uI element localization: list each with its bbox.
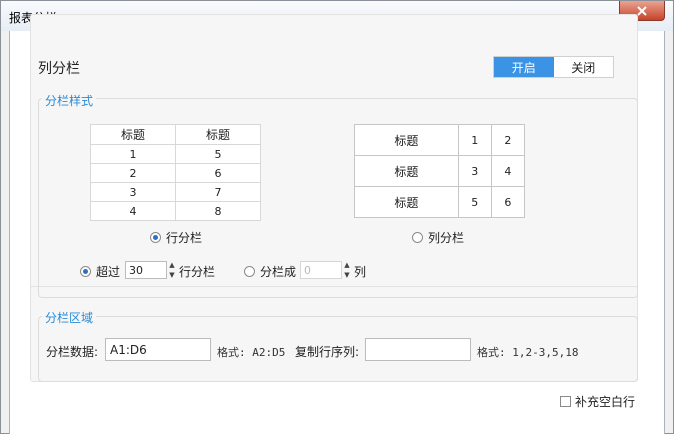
style-group-legend: 分栏样式 <box>42 92 97 109</box>
column-split-toggle[interactable]: 开启 关闭 <box>493 56 614 78</box>
table-cell: 标题 <box>90 124 176 145</box>
table-cell: 标题 <box>354 186 459 218</box>
column-split-preview-table: 标题 1 2 标题 3 4 标题 5 6 <box>354 124 526 218</box>
table-cell: 8 <box>175 201 261 221</box>
table-cell: 6 <box>175 163 261 183</box>
table-row: 2 6 <box>90 163 261 183</box>
table-cell: 4 <box>490 155 526 187</box>
row-split-radio[interactable]: 行分栏 <box>150 229 202 246</box>
table-row: 标题 1 2 <box>354 124 526 156</box>
column-split-radio-label: 列分栏 <box>428 231 465 245</box>
table-cell: 标题 <box>175 124 261 145</box>
split-into-label: 分栏成 <box>260 265 297 279</box>
radio-unchecked-icon <box>244 266 255 277</box>
table-cell: 标题 <box>354 124 459 156</box>
radio-checked-icon <box>150 232 161 243</box>
row-split-radio-label: 行分栏 <box>166 231 203 245</box>
table-cell: 3 <box>90 182 176 202</box>
exceed-rows-input[interactable] <box>125 261 167 279</box>
toggle-off-button[interactable]: 关闭 <box>553 57 613 77</box>
chevron-down-icon[interactable]: ▼ <box>169 271 174 279</box>
chevron-up-icon[interactable]: ▲ <box>344 261 349 269</box>
column-split-radio[interactable]: 列分栏 <box>412 229 464 246</box>
radio-unchecked-icon <box>412 232 423 243</box>
exceed-rows-suffix: 行分栏 <box>179 265 216 279</box>
split-into-suffix: 列 <box>354 265 367 279</box>
table-row: 1 5 <box>90 144 261 164</box>
split-data-format-hint: 格式: A2:D5 <box>217 346 286 359</box>
chevron-up-icon[interactable]: ▲ <box>169 261 174 269</box>
table-row: 标题 标题 <box>90 124 261 145</box>
split-into-stepper[interactable]: ▲ ▼ <box>300 261 352 279</box>
copy-rows-label: 复制行序列: <box>295 345 360 359</box>
table-cell: 4 <box>90 201 176 221</box>
close-icon <box>637 5 647 16</box>
exceed-rows-radio[interactable]: 超过 <box>80 263 120 280</box>
table-row: 标题 3 4 <box>354 155 526 187</box>
stepper-arrows[interactable]: ▲ ▼ <box>342 261 352 279</box>
table-cell: 5 <box>175 144 261 164</box>
split-data-label: 分栏数据: <box>46 345 99 359</box>
fill-blank-rows-checkbox[interactable]: 补充空白行 <box>560 393 635 410</box>
table-row: 4 8 <box>90 201 261 221</box>
split-into-input[interactable] <box>300 261 342 279</box>
chevron-down-icon[interactable]: ▼ <box>344 271 349 279</box>
column-split-title: 列分栏 <box>38 61 80 77</box>
copy-rows-format-hint: 格式: 1,2-3,5,18 <box>477 346 579 359</box>
table-cell: 2 <box>90 163 176 183</box>
table-cell: 7 <box>175 182 261 202</box>
table-cell: 2 <box>490 124 526 156</box>
toggle-on-button[interactable]: 开启 <box>494 57 554 77</box>
checkbox-unchecked-icon <box>560 396 571 407</box>
table-cell: 3 <box>457 155 492 187</box>
table-row: 标题 5 6 <box>354 186 526 218</box>
table-cell: 6 <box>490 186 526 218</box>
radio-checked-icon <box>80 266 91 277</box>
split-into-radio[interactable]: 分栏成 <box>244 263 296 280</box>
stepper-arrows[interactable]: ▲ ▼ <box>167 261 177 279</box>
table-cell: 1 <box>90 144 176 164</box>
copy-rows-input[interactable] <box>365 338 471 361</box>
row-split-preview-table: 标题 标题 1 5 2 6 3 7 4 8 <box>90 124 261 221</box>
fill-blank-rows-label: 补充空白行 <box>575 395 636 409</box>
split-data-input[interactable] <box>105 338 211 361</box>
table-cell: 1 <box>457 124 492 156</box>
exceed-rows-label: 超过 <box>96 265 121 279</box>
exceed-rows-stepper[interactable]: ▲ ▼ <box>125 261 177 279</box>
area-group-legend: 分栏区域 <box>42 309 97 326</box>
table-row: 3 7 <box>90 182 261 202</box>
table-cell: 5 <box>457 186 492 218</box>
table-cell: 标题 <box>354 155 459 187</box>
